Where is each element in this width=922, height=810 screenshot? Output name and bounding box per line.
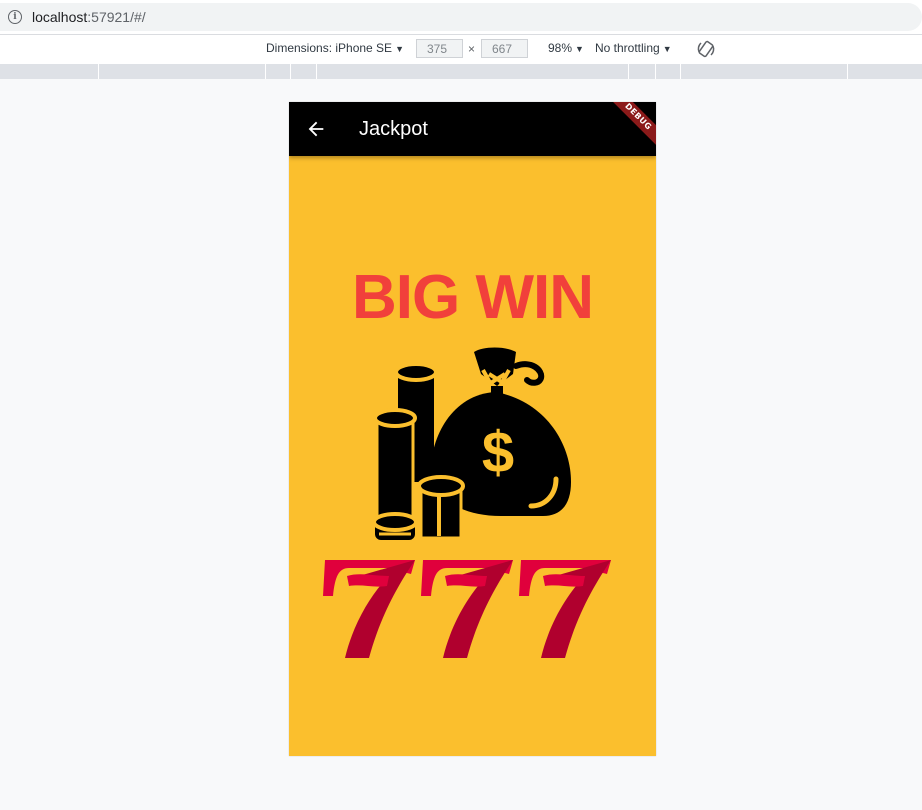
omnibox[interactable]: i localhost:57921/#/ bbox=[0, 3, 922, 31]
svg-text:$: $ bbox=[482, 420, 514, 485]
ruler-tick bbox=[655, 64, 656, 79]
back-arrow-icon[interactable] bbox=[305, 118, 327, 140]
device-width-input[interactable]: 375 bbox=[416, 39, 463, 58]
ruler-tick bbox=[98, 64, 99, 79]
chevron-down-icon: ▼ bbox=[662, 44, 672, 54]
chevron-down-icon: ▼ bbox=[395, 44, 404, 54]
device-dimensions-select[interactable]: Dimensions: iPhone SE ▼ bbox=[266, 41, 404, 55]
phone-screen: Jackpot DEBUG BIG WIN $ bbox=[289, 102, 656, 756]
device-height-input[interactable]: 667 bbox=[481, 39, 528, 58]
zoom-select[interactable]: 98% ▼ bbox=[548, 41, 584, 55]
ruler-tick bbox=[847, 64, 848, 79]
device-dimensions-label: Dimensions: iPhone SE bbox=[266, 41, 393, 55]
throttling-select[interactable]: No throttling ▼ bbox=[595, 41, 672, 55]
big-win-headline: BIG WIN bbox=[352, 263, 594, 332]
url-text[interactable]: localhost:57921/#/ bbox=[32, 9, 146, 25]
rotate-icon[interactable] bbox=[696, 39, 716, 59]
media-query-ruler bbox=[0, 64, 922, 79]
money-bag-icon: $ bbox=[372, 347, 571, 540]
zoom-label: 98% bbox=[548, 41, 573, 55]
throttling-label: No throttling bbox=[595, 41, 660, 55]
url-path: :57921/#/ bbox=[87, 9, 146, 25]
url-host: localhost bbox=[32, 9, 88, 25]
app-title: Jackpot bbox=[359, 118, 428, 140]
ruler-tick bbox=[680, 64, 681, 79]
site-info-icon[interactable]: i bbox=[8, 10, 22, 24]
ruler-tick bbox=[265, 64, 266, 79]
chevron-down-icon: ▼ bbox=[575, 44, 584, 54]
device-toolbar: Dimensions: iPhone SE ▼ 375 × 667 98% ▼ No… bbox=[0, 34, 922, 65]
ruler-tick bbox=[290, 64, 291, 79]
ruler-tick bbox=[316, 64, 317, 79]
dimension-separator: × bbox=[468, 42, 476, 56]
ruler-tick bbox=[628, 64, 629, 79]
app-bar: Jackpot bbox=[289, 102, 656, 156]
browser-address-bar: i localhost:57921/#/ bbox=[0, 0, 922, 34]
slot-777-icon bbox=[323, 560, 611, 658]
